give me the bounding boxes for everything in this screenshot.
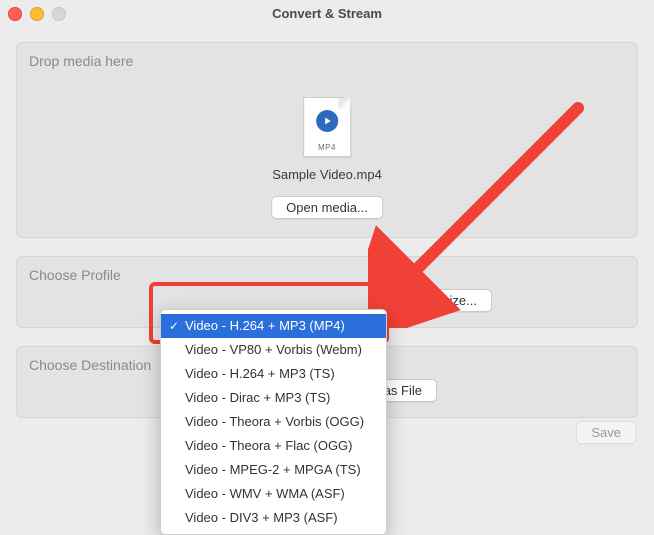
open-media-button[interactable]: Open media... [271,196,383,219]
title-bar: Convert & Stream [0,0,654,28]
file-icon: MP4 [303,97,351,157]
minimize-icon[interactable] [30,7,44,21]
drop-media-title: Drop media here [29,53,133,69]
traffic-lights [8,7,66,21]
profile-option[interactable]: Video - Dirac + MP3 (TS) [161,386,386,410]
choose-destination-title: Choose Destination [29,357,151,373]
profile-option[interactable]: Video - Theora + Flac (OGG) [161,434,386,458]
choose-profile-title: Choose Profile [29,267,121,283]
maximize-icon[interactable] [52,7,66,21]
quicktime-icon [316,110,338,132]
profile-option[interactable]: Video - Theora + Vorbis (OGG) [161,410,386,434]
customize-button[interactable]: Customize... [390,289,492,312]
profile-option[interactable]: Video - WMV + WMA (ASF) [161,482,386,506]
profile-select-popup[interactable]: Video - H.264 + MP3 (MP4)Video - VP80 + … [160,309,387,535]
profile-option[interactable]: Video - VP80 + Vorbis (Webm) [161,338,386,362]
window-title: Convert & Stream [0,0,654,28]
file-name: Sample Video.mp4 [271,167,383,182]
profile-option[interactable]: Video - H.264 + MP3 (TS) [161,362,386,386]
profile-option[interactable]: Video - MPEG-2 + MPGA (TS) [161,458,386,482]
drop-media-panel[interactable]: Drop media here MP4 Sample Video.mp4 Ope… [16,42,638,238]
dropped-file: MP4 Sample Video.mp4 Open media... [271,97,383,219]
file-ext: MP4 [304,143,350,152]
profile-option[interactable]: Video - H.264 + MP3 (MP4) [161,314,386,338]
close-icon[interactable] [8,7,22,21]
save-button[interactable]: Save [576,421,636,444]
